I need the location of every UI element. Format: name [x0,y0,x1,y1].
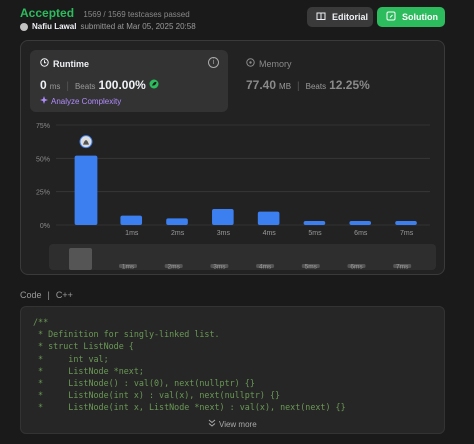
memory-title[interactable]: Memory [246,58,292,69]
divider: | [47,290,50,300]
code-line: * ListNode(int x, ListNode *next) : val(… [33,402,346,413]
testcases-count: 1569 / 1569 testcases passed [83,10,190,19]
y-tick-label: 75% [36,123,50,130]
sparkle-icon [40,96,48,106]
chart-bar[interactable] [257,211,280,225]
code-line: /** [33,317,49,327]
divider: | [297,81,300,92]
x-tick-label: 3ms [217,230,231,237]
submitted-time: submitted at Mar 05, 2025 20:58 [80,22,196,31]
runtime-title-label: Runtime [53,58,89,69]
user-avatar-marker [79,135,93,149]
memory-title-label: Memory [259,58,292,69]
book-icon [316,12,326,23]
view-more-link[interactable]: View more [208,419,257,429]
leaf-icon [149,79,159,92]
avatar[interactable] [20,22,28,31]
editorial-label: Editorial [332,12,369,22]
y-tick-label: 25% [36,190,50,197]
runtime-beats-value: 100.00% [98,78,146,92]
code-line: * int val; [33,353,109,364]
code-tab[interactable]: Code [20,290,42,300]
code-line: * ListNode *next; [33,365,144,376]
runtime-title: Runtime [40,58,89,69]
scrubber-minimap[interactable]: 1ms 2ms 3ms 4ms 5ms 6ms 7ms [49,244,436,271]
double-chevron-down-icon [208,419,216,429]
chart-scrubber[interactable]: 1ms 2ms 3ms 4ms 5ms 6ms 7ms [49,244,436,271]
analyze-label: Analyze Complexity [51,96,122,106]
x-tick-label: 6ms [354,230,368,237]
memory-unit: MB [279,82,292,91]
solution-button[interactable]: Solution [377,7,445,27]
code-line: * ListNode() : val(0), next(nullptr) {} [33,378,255,389]
scrubber-window [69,248,92,270]
chart-bar[interactable] [212,209,234,225]
y-tick-label: 50% [36,156,50,163]
scrubber-label: 5ms [305,264,318,271]
divider: | [66,81,69,92]
x-tick-label: 7ms [400,230,414,237]
memory-beats-value: 12.25% [329,78,370,92]
runtime-unit: ms [49,82,61,91]
chart-bar[interactable] [303,221,326,225]
code-line: * Definition for singly-linked list. [33,329,220,340]
memory-chip-icon [246,58,255,69]
editorial-button[interactable]: Editorial [307,7,373,27]
runtime-value-row: 0 ms | Beats 100.00% [40,78,159,92]
x-tick-label: 5ms [308,230,322,237]
code-header: Code | C++ [20,290,73,300]
chart-bar[interactable] [349,221,372,225]
scrubber-label: 2ms [168,264,181,271]
author-row: Nafiu Lawal submitted at Mar 05, 2025 20… [20,22,196,31]
view-more-label: View more [219,419,257,429]
memory-beats-label: Beats [305,82,327,91]
solution-label: Solution [402,12,438,22]
runtime-beats-label: Beats [74,82,96,91]
x-tick-label: 1ms [125,230,139,237]
scrubber-label: 1ms [122,264,135,271]
scrubber-label: 3ms [213,264,226,271]
code-line: * struct ListNode { [33,341,134,352]
edit-icon [386,11,396,23]
code-line: * ListNode(int x) : val(x), next(nullptr… [33,390,281,401]
scrubber-label: 4ms [259,264,272,271]
status-accepted: Accepted [20,6,75,20]
memory-value: 77.40 [246,78,277,92]
x-tick-label: 4ms [263,230,277,237]
code-content: /** * Definition for singly-linked list.… [33,316,346,414]
info-icon[interactable]: i [208,57,219,68]
memory-value-row: 77.40 MB | Beats 12.25% [246,78,370,92]
runtime-value: 0 [40,78,47,92]
author-name[interactable]: Nafiu Lawal [32,22,76,31]
status-line: Accepted 1569 / 1569 testcases passed [20,6,190,20]
chart-bar[interactable] [74,155,98,225]
x-tick-label: 2ms [171,230,185,237]
code-language[interactable]: C++ [56,290,73,300]
clock-icon [40,58,49,69]
analyze-complexity-link[interactable]: Analyze Complexity [40,96,121,106]
runtime-distribution-chart[interactable]: 75% 50% 25% 0% 1ms 2ms 3ms 4ms 5ms 6ms 7ms [30,118,430,240]
chart-bar[interactable] [395,221,417,225]
scrubber-label: 6ms [350,264,363,271]
y-tick-label: 0% [40,223,50,230]
chart-bar[interactable] [120,215,143,225]
scrubber-label: 7ms [396,264,409,271]
chart-bar[interactable] [166,218,188,225]
